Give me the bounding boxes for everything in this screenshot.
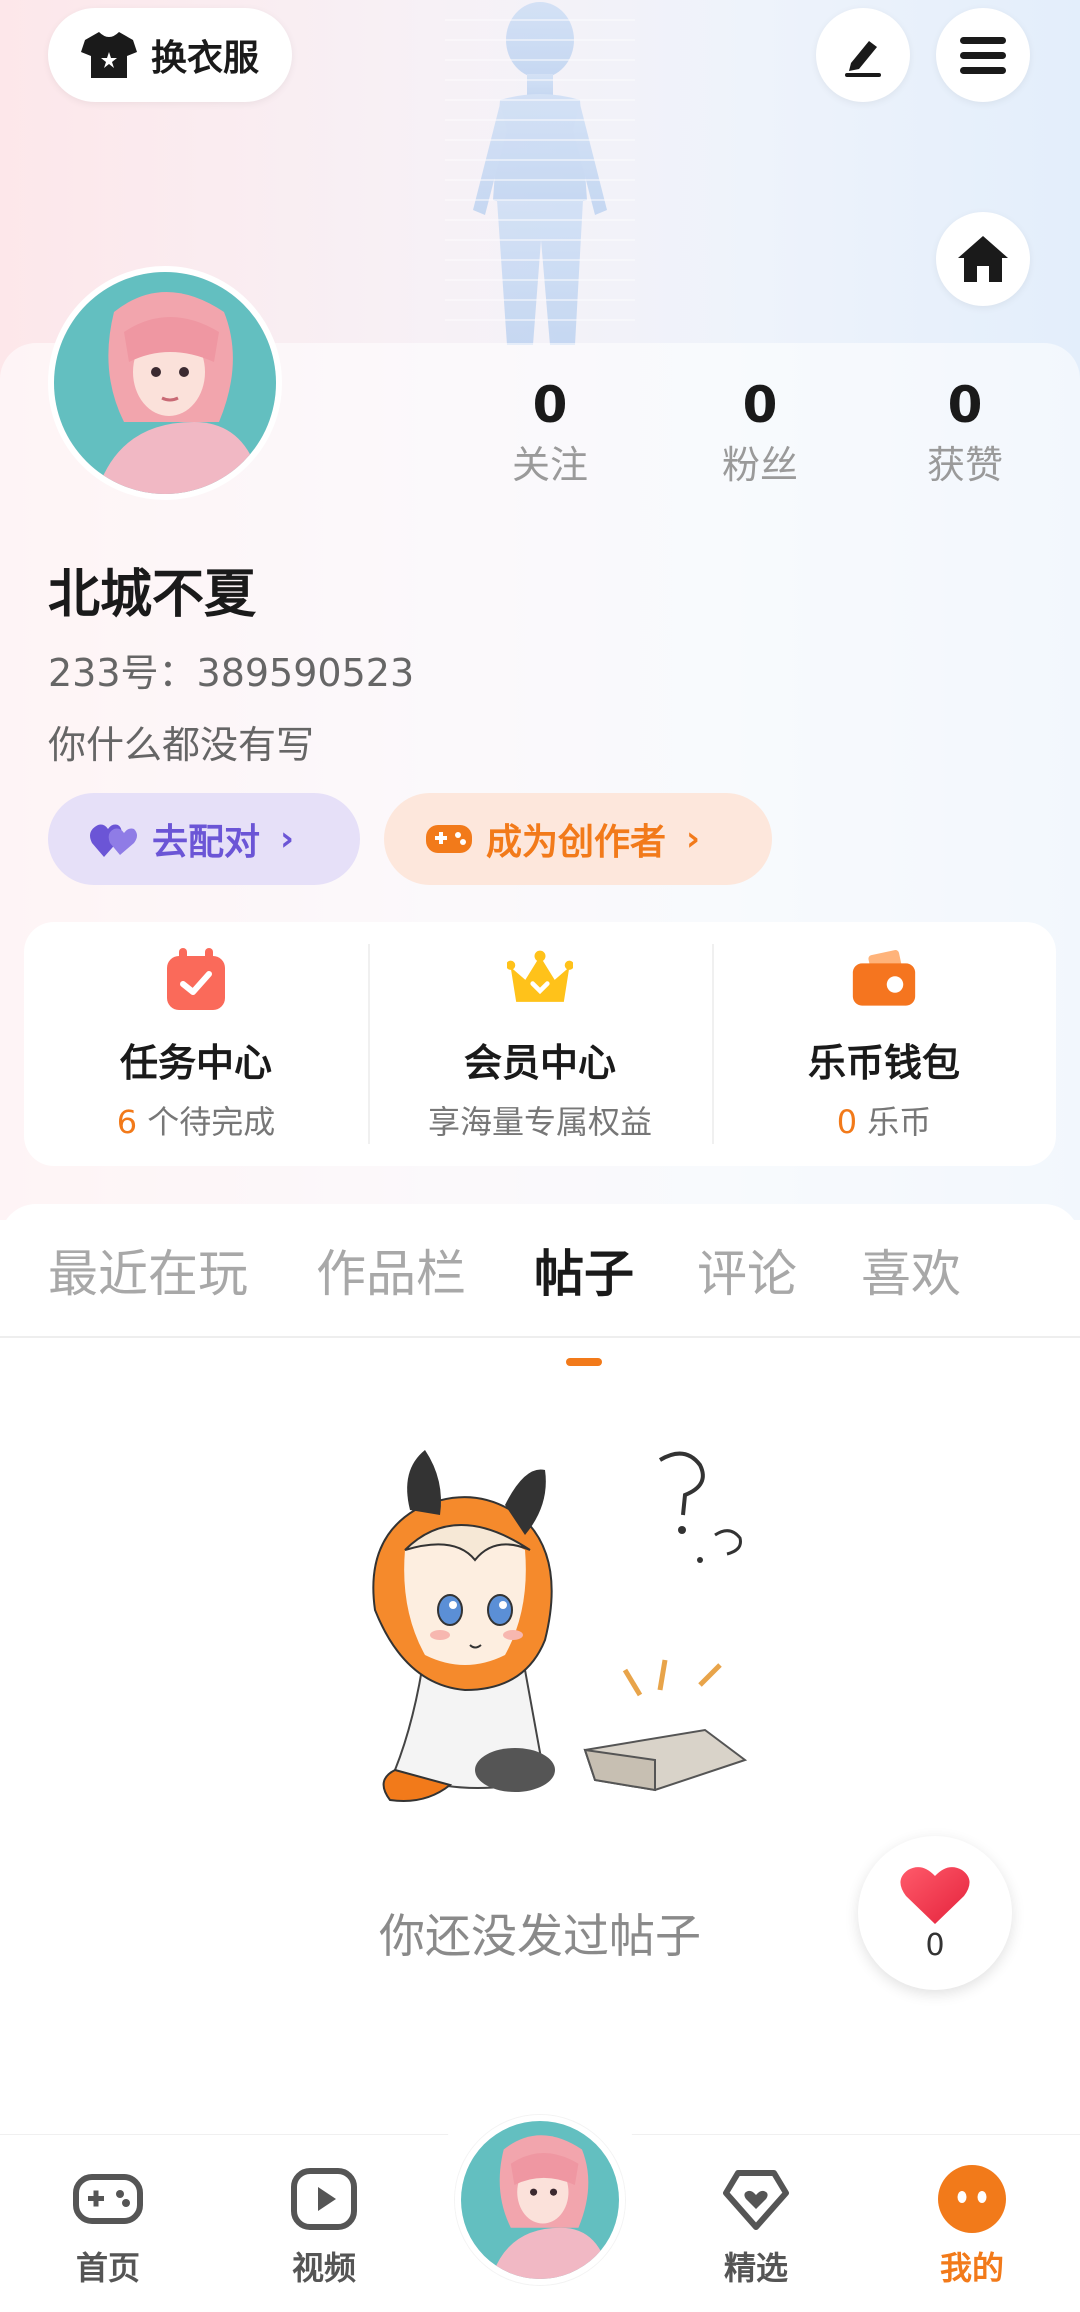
wallet-sub: 0 乐币 (712, 1097, 1056, 1143)
tab-recently-played[interactable]: 最近在玩 (48, 1234, 248, 1306)
profile-name: 北城不夏 (48, 565, 257, 625)
avatar-image (54, 272, 276, 494)
tab-works[interactable]: 作品栏 (316, 1234, 466, 1306)
pen-icon (845, 41, 881, 77)
nav-featured-label: 精选 (723, 2249, 788, 2287)
wallet-sub-text: 乐币 (857, 1103, 932, 1141)
member-center-sub: 享海量专属权益 (427, 1103, 652, 1141)
services-panel: 任务中心 6 个待完成 会员中心 享海量专属权益 乐币钱包 0 乐币 (24, 922, 1056, 1166)
bottom-navigation: 首页 视频 精选 我的 (0, 2085, 1080, 2312)
edit-profile-button[interactable] (816, 8, 910, 102)
stat-followers[interactable]: 0 粉丝 (700, 370, 820, 490)
tab-comments[interactable]: 评论 (697, 1234, 797, 1306)
nav-home-label: 首页 (75, 2249, 140, 2287)
task-center-sub-text: 个待完成 (137, 1103, 276, 1141)
become-creator-label: 成为创作者 (486, 822, 667, 863)
task-center-item[interactable]: 任务中心 6 个待完成 (24, 922, 368, 1166)
chevron-right-icon: › (280, 819, 295, 859)
hamburger-menu-icon (960, 37, 1006, 74)
nav-video-label: 视频 (291, 2249, 356, 2287)
profile-uid: 233号：389590523 (48, 651, 415, 695)
calendar-check-icon (167, 948, 225, 1010)
tab-likes[interactable]: 喜欢 (861, 1234, 961, 1306)
nav-home[interactable]: 首页 (38, 2163, 178, 2289)
crown-icon (506, 950, 574, 1002)
avatar[interactable] (48, 266, 282, 500)
play-icon (291, 2168, 357, 2230)
pair-label: 去配对 (152, 822, 261, 863)
nav-mine-label: 我的 (939, 2249, 1004, 2287)
member-center-item[interactable]: 会员中心 享海量专属权益 (368, 922, 712, 1166)
change-outfit-label: 换衣服 (150, 38, 259, 79)
empty-state-illustration (372, 1450, 748, 1802)
pair-button[interactable]: 去配对 › (48, 793, 360, 885)
wallet-title: 乐币钱包 (807, 1041, 960, 1085)
wallet-item[interactable]: 乐币钱包 0 乐币 (712, 922, 1056, 1166)
nav-featured[interactable]: 精选 (686, 2163, 826, 2289)
tab-posts[interactable]: 帖子 (534, 1234, 634, 1306)
active-tab-indicator (566, 1358, 602, 1366)
like-fab-button[interactable]: 0 (858, 1836, 1012, 1990)
task-center-title: 任务中心 (119, 1041, 272, 1085)
member-center-title: 会员中心 (463, 1041, 616, 1085)
change-outfit-button[interactable]: 换衣服 (48, 8, 292, 102)
double-heart-icon (90, 824, 137, 857)
nav-center-avatar[interactable] (455, 2115, 625, 2285)
chevron-right-icon: › (686, 819, 701, 859)
stat-likes-value: 0 (947, 376, 983, 434)
menu-button[interactable] (936, 8, 1030, 102)
stat-following-value: 0 (532, 376, 568, 434)
profile-bio: 你什么都没有写 (48, 723, 315, 767)
face-icon (938, 2165, 1006, 2233)
become-creator-button[interactable]: 成为创作者 › (384, 793, 772, 885)
stat-likes-label: 获赞 (926, 443, 1003, 487)
task-center-sub: 6 个待完成 (24, 1097, 368, 1143)
avatar-figure-hologram (445, 2, 635, 345)
home-button[interactable] (936, 212, 1030, 306)
wallet-balance: 0 (836, 1103, 858, 1141)
stat-following[interactable]: 0 关注 (490, 370, 610, 490)
profile-tabs: 最近在玩 作品栏 帖子 评论 喜欢 (0, 1234, 1080, 1366)
nav-mine[interactable]: 我的 (902, 2163, 1042, 2289)
profile-stats: 0 关注 0 粉丝 0 获赞 (490, 370, 1050, 500)
heart-diamond-icon (723, 2170, 789, 2230)
wallet-icon (852, 950, 916, 1006)
like-count: 0 (925, 1927, 945, 1963)
nav-video[interactable]: 视频 (254, 2163, 394, 2289)
tabs-divider (0, 1336, 1080, 1338)
home-icon (958, 236, 1008, 282)
gamepad-icon (73, 2174, 143, 2224)
avatar-image (461, 2121, 619, 2279)
stat-followers-label: 粉丝 (721, 443, 798, 487)
task-center-count: 6 (116, 1103, 138, 1141)
gamepad-icon (426, 825, 472, 853)
stat-followers-value: 0 (742, 376, 778, 434)
stat-following-label: 关注 (511, 443, 588, 487)
stat-likes[interactable]: 0 获赞 (905, 370, 1025, 490)
heart-icon (900, 1866, 970, 1924)
tshirt-icon (80, 32, 137, 78)
